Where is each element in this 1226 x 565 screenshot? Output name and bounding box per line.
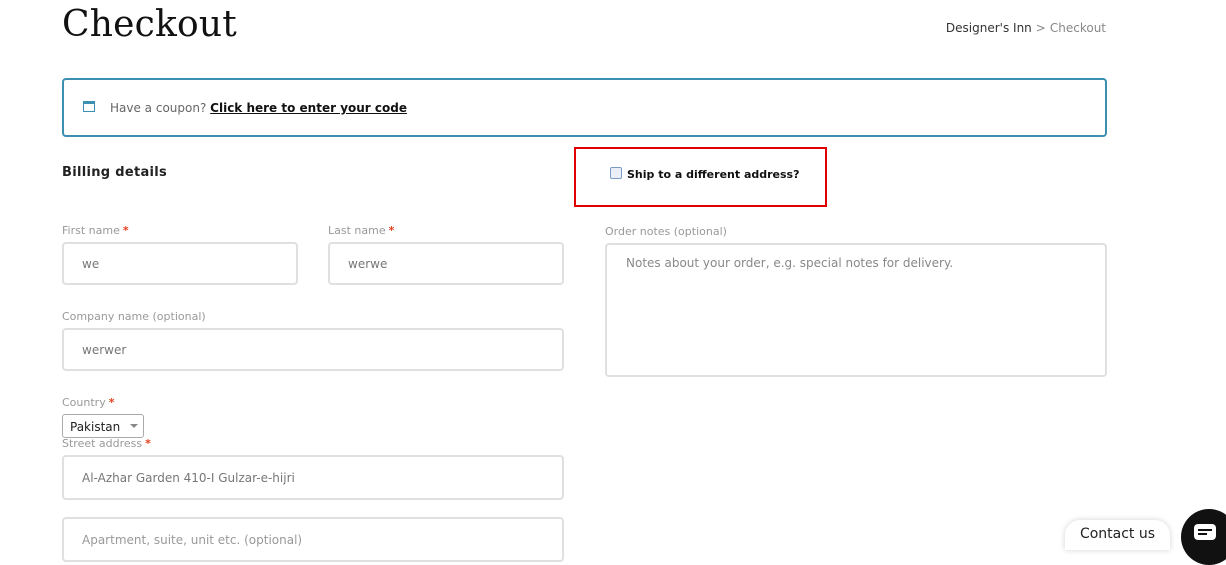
- last-name-input[interactable]: werwe: [328, 242, 564, 285]
- required-mark: *: [122, 224, 129, 237]
- coupon-link[interactable]: Click here to enter your code: [210, 101, 407, 115]
- street-address-input[interactable]: Al-Azhar Garden 410-I Gulzar-e-hijri: [62, 455, 564, 500]
- first-name-input[interactable]: we: [62, 242, 298, 285]
- page-title: Checkout: [62, 4, 237, 45]
- first-name-label-text: First name: [62, 224, 120, 237]
- breadcrumb: Designer's Inn > Checkout: [946, 21, 1106, 35]
- country-value: Pakistan: [70, 420, 121, 434]
- company-name-input[interactable]: werwer: [62, 328, 564, 371]
- required-mark: *: [388, 224, 395, 237]
- ship-to-different-address-highlight: Ship to a different address?: [574, 147, 827, 207]
- coupon-prompt: Have a coupon?: [110, 101, 207, 115]
- country-select[interactable]: Pakistan: [62, 414, 144, 438]
- ship-to-different-address-checkbox[interactable]: [610, 167, 622, 179]
- order-notes-textarea[interactable]: Notes about your order, e.g. special not…: [605, 243, 1107, 377]
- breadcrumb-current: Checkout: [1049, 21, 1106, 35]
- last-name-label: Last name *: [328, 224, 394, 237]
- chat-button[interactable]: [1181, 509, 1226, 565]
- chevron-down-icon: [130, 424, 138, 428]
- coupon-text: Have a coupon? Click here to enter your …: [110, 101, 407, 115]
- coupon-notice: Have a coupon? Click here to enter your …: [62, 78, 1107, 137]
- company-name-value: werwer: [82, 342, 127, 357]
- company-name-label: Company name (optional): [62, 310, 206, 323]
- breadcrumb-home-link[interactable]: Designer's Inn: [946, 21, 1032, 35]
- country-label-text: Country: [62, 396, 106, 409]
- apartment-input[interactable]: Apartment, suite, unit etc. (optional): [62, 517, 564, 562]
- street-address-value: Al-Azhar Garden 410-I Gulzar-e-hijri: [82, 470, 295, 485]
- first-name-value: we: [82, 256, 100, 271]
- required-mark: *: [108, 396, 115, 409]
- contact-us-button[interactable]: Contact us: [1065, 520, 1170, 550]
- street-address-label: Street address *: [62, 437, 151, 450]
- ship-to-different-address-label[interactable]: Ship to a different address?: [627, 168, 799, 181]
- street-address-label-text: Street address: [62, 437, 143, 450]
- breadcrumb-separator: >: [1035, 21, 1046, 35]
- chat-bubble-icon: [1194, 524, 1216, 540]
- coupon-icon: [83, 101, 95, 112]
- last-name-value: werwe: [348, 256, 388, 271]
- apartment-placeholder: Apartment, suite, unit etc. (optional): [82, 533, 303, 547]
- first-name-label: First name *: [62, 224, 129, 237]
- country-label: Country *: [62, 396, 114, 409]
- order-notes-placeholder: Notes about your order, e.g. special not…: [626, 256, 954, 270]
- order-notes-label: Order notes (optional): [605, 225, 727, 238]
- last-name-label-text: Last name: [328, 224, 386, 237]
- billing-heading: Billing details: [62, 165, 168, 180]
- required-mark: *: [145, 437, 151, 450]
